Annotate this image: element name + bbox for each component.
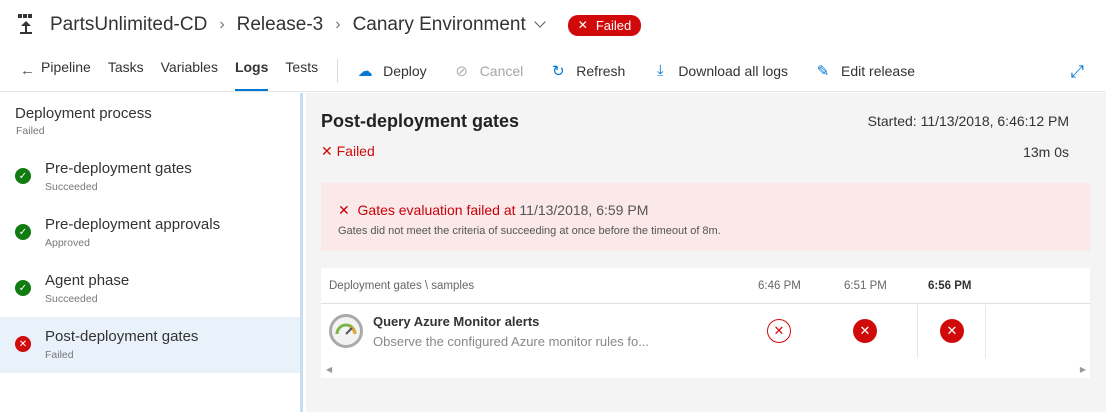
step-label: Agent phase <box>45 272 130 289</box>
gates-status-label: Failed <box>336 143 375 159</box>
tab-pipeline[interactable]: Pipeline <box>41 50 91 92</box>
toolbar-divider <box>337 58 339 83</box>
step-status: Succeeded <box>45 181 98 193</box>
step-label: Pre-deployment gates <box>45 160 192 177</box>
close-icon: ✕ <box>321 143 333 159</box>
cancel-label: Cancel <box>479 62 524 79</box>
deploy-label: Deploy <box>383 62 427 79</box>
step-status: Succeeded <box>45 293 98 305</box>
gate-title: Query Azure Monitor alerts <box>373 314 540 329</box>
breadcrumb-environment[interactable]: Canary Environment <box>353 14 526 36</box>
cancel-button[interactable]: ⊘ Cancel <box>453 62 524 80</box>
failed-sample-outline-icon[interactable]: ✕ <box>767 319 791 343</box>
deployment-process-status: Failed <box>16 125 45 137</box>
step-status: Approved <box>45 237 90 249</box>
success-check-icon: ✓ <box>15 280 31 296</box>
sample-time-header: 6:56 PM <box>928 280 972 292</box>
azure-monitor-gauge-icon <box>329 314 363 348</box>
expand-icon[interactable]: ⤢ <box>1070 62 1084 82</box>
back-arrow-icon[interactable]: ← <box>20 62 35 79</box>
step-agent-phase[interactable]: ✓ Agent phase Succeeded <box>0 261 300 317</box>
download-icon: ⤓ <box>656 62 664 79</box>
download-logs-button[interactable]: ⤓ Download all logs <box>651 62 788 79</box>
step-label: Pre-deployment approvals <box>45 216 221 233</box>
deployment-process-title[interactable]: Deployment process <box>15 105 152 122</box>
refresh-icon: ↻ <box>551 62 565 80</box>
gates-detail-panel: Post-deployment gates ✕ Failed Started: … <box>306 93 1106 412</box>
download-logs-label: Download all logs <box>678 62 789 79</box>
header: PartsUnlimited-CD › Release-3 › Canary E… <box>0 0 1106 50</box>
cloud-icon: ☁ <box>357 62 373 80</box>
cancel-icon: ⊘ <box>455 62 468 80</box>
step-status: Failed <box>45 349 74 361</box>
success-check-icon: ✓ <box>15 168 31 184</box>
sample-time-header: 6:51 PM <box>844 280 887 292</box>
gates-status: ✕ Failed <box>321 143 375 160</box>
sample-time-header: 6:46 PM <box>758 280 801 292</box>
alert-description: Gates did not meet the criteria of succe… <box>338 225 721 237</box>
failed-sample-icon[interactable]: ✕ <box>853 319 877 343</box>
duration: 13m 0s <box>1023 144 1069 160</box>
pencil-icon: ✎ <box>816 62 830 80</box>
tab-tests[interactable]: Tests <box>285 50 318 92</box>
gate-description: Observe the configured Azure monitor rul… <box>373 334 650 349</box>
alert-title: ✕ Gates evaluation failed at 11/13/2018,… <box>338 202 648 219</box>
step-label: Post-deployment gates <box>45 328 199 345</box>
step-post-deployment-gates[interactable]: ✕ Post-deployment gates Failed <box>0 317 300 373</box>
tab-logs[interactable]: Logs <box>234 50 269 92</box>
edit-release-label: Edit release <box>841 62 915 79</box>
status-badge: ✕ Failed <box>567 14 642 36</box>
table-row[interactable]: Query Azure Monitor alerts Observe the c… <box>321 305 1090 358</box>
deploy-button[interactable]: ☁ Deploy <box>356 62 427 80</box>
started-time: Started: 11/13/2018, 6:46:12 PM <box>867 113 1069 129</box>
success-check-icon: ✓ <box>15 224 31 240</box>
deployment-process-panel: Deployment process Failed ✓ Pre-deployme… <box>0 93 303 412</box>
close-icon: ✕ <box>577 18 588 32</box>
tab-variables[interactable]: Variables <box>161 50 218 92</box>
toolbar: ← Pipeline Tasks Variables Logs Tests ☁ … <box>0 50 1106 92</box>
scroll-left-icon[interactable]: ◀ <box>326 365 332 374</box>
status-badge-label: Failed <box>595 17 632 33</box>
close-icon: ✕ <box>338 202 350 218</box>
refresh-button[interactable]: ↻ Refresh <box>549 62 625 80</box>
edit-release-button[interactable]: ✎ Edit release <box>814 62 915 80</box>
breadcrumb-project[interactable]: PartsUnlimited-CD <box>50 14 207 36</box>
step-pre-deployment-gates[interactable]: ✓ Pre-deployment gates Succeeded <box>0 149 300 205</box>
grid-header-label: Deployment gates \ samples <box>329 280 475 292</box>
tab-tasks[interactable]: Tasks <box>108 50 144 92</box>
failed-sample-icon[interactable]: ✕ <box>940 319 964 343</box>
breadcrumb-separator-icon: › <box>219 16 225 33</box>
breadcrumb-release[interactable]: Release-3 <box>237 14 324 36</box>
failed-x-icon: ✕ <box>15 336 31 352</box>
breadcrumb-separator-icon: › <box>335 16 341 33</box>
page-title: Post-deployment gates <box>321 111 520 131</box>
scroll-right-icon[interactable]: ▶ <box>1080 365 1086 374</box>
step-pre-deployment-approvals[interactable]: ✓ Pre-deployment approvals Approved <box>0 205 300 261</box>
gates-samples-grid: Deployment gates \ samples 6:46 PM 6:51 … <box>321 268 1090 378</box>
alert-date: 11/13/2018, 6:59 PM <box>519 202 649 218</box>
grid-header: Deployment gates \ samples 6:46 PM 6:51 … <box>321 268 1090 304</box>
refresh-label: Refresh <box>576 62 626 79</box>
release-pipeline-icon <box>18 14 40 36</box>
error-alert: ✕ Gates evaluation failed at 11/13/2018,… <box>321 183 1090 251</box>
chevron-down-icon[interactable] <box>534 16 546 28</box>
alert-title-text: Gates evaluation failed at <box>357 202 516 218</box>
